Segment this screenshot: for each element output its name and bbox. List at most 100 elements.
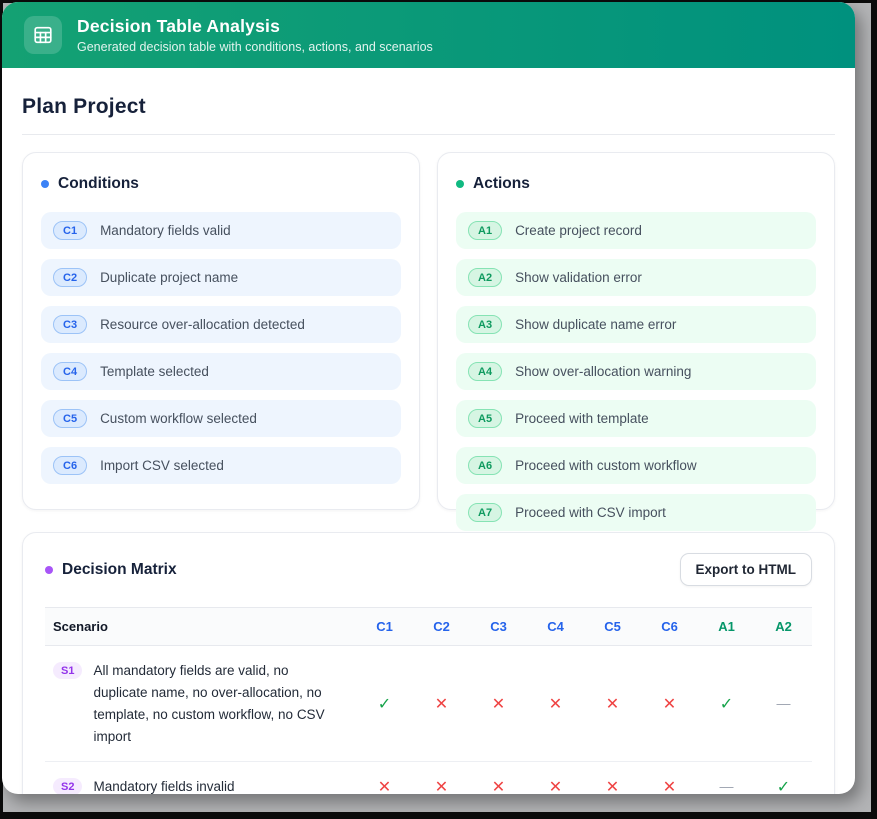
cross-glyph: ✕ [663, 696, 676, 713]
conditions-item-label: Import CSV selected [100, 458, 224, 473]
actions-item-label: Show over-allocation warning [515, 364, 691, 379]
actions-item-label: Proceed with CSV import [515, 505, 666, 520]
scenario-cell-inner: S1 All mandatory fields are valid, no dup… [51, 660, 350, 747]
conditions-item-c6: C6 Import CSV selected [41, 447, 401, 484]
actions-item-a1: A1 Create project record [456, 212, 816, 249]
column-header-c3: C3 [470, 608, 527, 646]
app-window: Decision Table Analysis Generated decisi… [2, 2, 855, 794]
decision-matrix-table: ScenarioC1C2C3C4C5C6A1A2 S1 All mandatory… [45, 607, 812, 794]
table-row: S2Mandatory fields invalid✕✕✕✕✕✕—✓ [45, 762, 812, 794]
conditions-item-c4: C4Template selected [41, 353, 401, 390]
cross-glyph: ✕ [492, 779, 505, 794]
actions-item-a6: A6 Proceed with custom workflow [456, 447, 816, 484]
actions-list: A1 Create project record A2 Show validation… [456, 212, 816, 531]
decision-matrix-bullet-icon [45, 566, 53, 574]
actions-item-a5: A5Proceed with template [456, 400, 816, 437]
scenario-badge: S1 [53, 662, 82, 679]
actions-card: Actions A1 Create project record A2 Show va… [437, 152, 835, 510]
actions-badge: A1 [468, 221, 502, 240]
actions-item-label: Show validation error [515, 270, 642, 285]
cross-icon: ✕ [356, 762, 413, 794]
dash-glyph: — [720, 778, 734, 794]
decision-matrix-title: Decision Matrix [45, 561, 177, 579]
actions-title-label: Actions [473, 175, 530, 193]
cross-glyph: ✕ [606, 696, 619, 713]
table-header-row: ScenarioC1C2C3C4C5C6A1A2 [45, 608, 812, 646]
column-header-a1: A1 [698, 608, 755, 646]
actions-badge: A6 [468, 456, 502, 475]
conditions-item-c1: C1 Mandatory fields valid [41, 212, 401, 249]
cross-icon: ✕ [641, 762, 698, 794]
check-glyph: ✓ [720, 696, 733, 713]
cross-glyph: ✕ [549, 696, 562, 713]
page-content: Plan Project Conditions C1 Mandatory fiel… [2, 95, 855, 794]
column-header-c4: C4 [527, 608, 584, 646]
cross-icon: ✕ [413, 762, 470, 794]
dash-icon: — [755, 646, 812, 762]
check-icon: ✓ [698, 646, 755, 762]
conditions-badge: C5 [53, 409, 87, 428]
decision-matrix-header: Decision Matrix Export to HTML [45, 553, 812, 586]
conditions-badge: C1 [53, 221, 87, 240]
scenario-cell: S2 Mandatory fields invalid [45, 762, 356, 794]
actions-badge: A7 [468, 503, 502, 522]
decision-matrix-table-head: ScenarioC1C2C3C4C5C6A1A2 [45, 608, 812, 646]
actions-item-label: Show duplicate name error [515, 317, 676, 332]
scenario-cell: S1 All mandatory fields are valid, no dup… [45, 646, 356, 762]
scenario-badge: S2 [53, 778, 82, 794]
conditions-badge: C2 [53, 268, 87, 287]
actions-item-a4: A4 Show over-allocation warning [456, 353, 816, 390]
app-title: Decision Table Analysis [77, 16, 433, 37]
cross-glyph: ✕ [378, 779, 391, 794]
cross-icon: ✕ [641, 646, 698, 762]
conditions-badge: C4 [53, 362, 87, 381]
conditions-card: Conditions C1 Mandatory fields valid C2 Dup… [22, 152, 420, 510]
column-header-a2: A2 [755, 608, 812, 646]
cross-icon: ✕ [584, 646, 641, 762]
actions-badge: A4 [468, 362, 502, 381]
scenario-description: All mandatory fields are valid, no dupli… [93, 660, 345, 747]
title-divider [22, 134, 835, 135]
table-icon [24, 16, 62, 54]
actions-card-title: Actions [456, 175, 816, 193]
actions-item-label: Proceed with template [515, 411, 649, 426]
cross-glyph: ✕ [492, 696, 505, 713]
table-row: S1 All mandatory fields are valid, no dup… [45, 646, 812, 762]
conditions-bullet-icon [41, 180, 49, 188]
decision-matrix-card: Decision Matrix Export to HTML ScenarioC… [22, 532, 835, 794]
conditions-item-c3: C3Resource over-allocation detected [41, 306, 401, 343]
dash-glyph: — [777, 695, 791, 711]
conditions-list: C1 Mandatory fields valid C2 Duplicate proj… [41, 212, 401, 484]
page-title: Plan Project [22, 95, 835, 119]
conditions-badge: C6 [53, 456, 87, 475]
conditions-item-label: Custom workflow selected [100, 411, 257, 426]
check-icon: ✓ [356, 646, 413, 762]
scenario-description: Mandatory fields invalid [93, 776, 234, 794]
cross-icon: ✕ [413, 646, 470, 762]
decision-matrix-table-body: S1 All mandatory fields are valid, no dup… [45, 646, 812, 795]
actions-item-label: Proceed with custom workflow [515, 458, 697, 473]
cross-glyph: ✕ [435, 696, 448, 713]
cross-icon: ✕ [470, 762, 527, 794]
conditions-item-label: Duplicate project name [100, 270, 238, 285]
actions-badge: A3 [468, 315, 502, 334]
conditions-title-label: Conditions [58, 175, 139, 193]
column-header-c5: C5 [584, 608, 641, 646]
actions-badge: A2 [468, 268, 502, 287]
check-icon: ✓ [755, 762, 812, 794]
app-header-titles: Decision Table Analysis Generated decisi… [77, 16, 433, 54]
cross-icon: ✕ [470, 646, 527, 762]
check-glyph: ✓ [378, 696, 391, 713]
app-header: Decision Table Analysis Generated decisi… [2, 2, 855, 68]
dash-icon: — [698, 762, 755, 794]
conditions-item-label: Mandatory fields valid [100, 223, 231, 238]
actions-bullet-icon [456, 180, 464, 188]
app-subtitle: Generated decision table with conditions… [77, 40, 433, 54]
column-header-c2: C2 [413, 608, 470, 646]
scenario-cell-inner: S2 Mandatory fields invalid [51, 776, 350, 794]
actions-item-label: Create project record [515, 223, 642, 238]
actions-item-a3: A3 Show duplicate name error [456, 306, 816, 343]
export-to-html-button[interactable]: Export to HTML [680, 553, 813, 586]
check-glyph: ✓ [777, 779, 790, 794]
conditions-badge: C3 [53, 315, 87, 334]
